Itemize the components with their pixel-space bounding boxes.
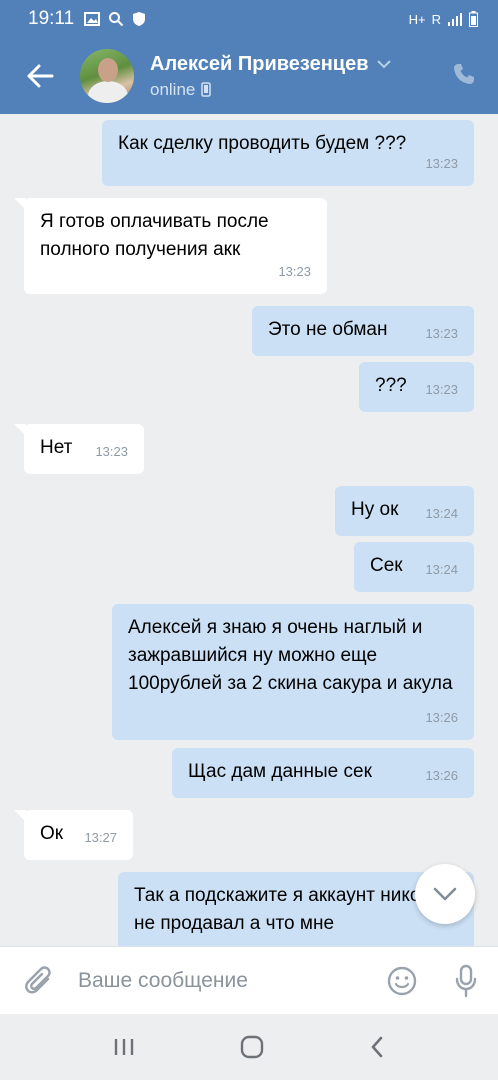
chevron-down-icon: [433, 887, 457, 901]
avatar[interactable]: [80, 49, 134, 103]
system-navigation-bar: [0, 1014, 498, 1080]
message-time: 13:23: [425, 382, 458, 397]
microphone-icon: [455, 964, 477, 997]
message-text: Щас дам данные сек: [188, 761, 372, 782]
contact-name: Алексей Привезенцев: [150, 52, 369, 75]
message-bubble-outgoing[interactable]: ??? 13:23: [359, 362, 474, 412]
back-nav-icon[interactable]: [369, 1035, 385, 1059]
chevron-down-icon: [376, 59, 391, 68]
message-text: Я готов оплачивать после полного получен…: [40, 211, 269, 260]
chat-header: Алексей Привезенцев online: [0, 38, 498, 114]
message-time: 13:26: [425, 710, 458, 725]
message-text: Ну ок: [351, 499, 399, 520]
phone-icon: [454, 63, 474, 84]
message-text: Это не обман: [268, 319, 388, 340]
status-system-icons: H+ R: [409, 11, 478, 27]
contact-status: online: [150, 79, 196, 99]
message-bubble-outgoing[interactable]: Алексей я знаю я очень наглый и зажравши…: [112, 604, 474, 740]
voice-message-button[interactable]: [434, 964, 498, 998]
message-bubble-incoming[interactable]: Ок 13:27: [14, 810, 133, 860]
message-bubble-outgoing[interactable]: Как сделку проводить будем ??? 13:23: [102, 120, 474, 186]
message-time: 13:27: [84, 830, 117, 845]
scroll-to-bottom-button[interactable]: [415, 864, 475, 924]
contact-name-row: Алексей Привезенцев: [150, 53, 391, 76]
message-time: 13:23: [425, 326, 458, 341]
message-text: Так а подскажите я аккаунт никогда не пр…: [134, 885, 449, 934]
message-composer: [0, 946, 498, 1014]
message-bubble-outgoing[interactable]: Это не обман 13:23: [252, 306, 474, 356]
message-text: Как сделку проводить будем ???: [118, 133, 407, 154]
message-bubble-outgoing[interactable]: Щас дам данные сек 13:26: [172, 748, 474, 798]
message-text: Нет: [40, 437, 73, 458]
message-text: Ок: [40, 823, 64, 844]
message-time: 13:24: [425, 506, 458, 521]
back-button[interactable]: [0, 38, 80, 114]
search-icon: [109, 12, 124, 27]
message-time: 13:23: [95, 444, 128, 459]
network-type-label: H+: [408, 11, 426, 27]
message-bubble-outgoing[interactable]: Ну ок 13:24: [335, 486, 474, 536]
contact-info[interactable]: Алексей Привезенцев online: [150, 53, 391, 100]
call-button[interactable]: [452, 62, 476, 91]
roaming-label: R: [431, 11, 441, 27]
message-time: 13:23: [425, 156, 458, 171]
message-input[interactable]: [78, 968, 370, 993]
gallery-icon: [84, 12, 101, 26]
arrow-left-icon: [27, 64, 54, 88]
message-time: 13:24: [425, 562, 458, 577]
signal-icon: [448, 13, 462, 26]
status-notification-icons: [84, 11, 146, 27]
home-icon[interactable]: [240, 1035, 264, 1059]
message-bubble-outgoing[interactable]: Сек 13:24: [354, 542, 474, 592]
message-bubble-incoming[interactable]: Нет 13:23: [14, 424, 144, 474]
emoji-button[interactable]: [370, 966, 434, 996]
recent-apps-icon[interactable]: [113, 1037, 135, 1057]
contact-status-row: online: [150, 80, 391, 100]
message-bubble-incoming[interactable]: Я готов оплачивать после полного получен…: [14, 198, 327, 294]
mobile-icon: [201, 82, 212, 97]
message-time: 13:26: [425, 768, 458, 783]
attach-button[interactable]: [0, 965, 78, 997]
status-time: 19:11: [28, 8, 75, 29]
smile-icon: [387, 966, 417, 995]
shield-icon: [133, 12, 146, 26]
message-list[interactable]: Как сделку проводить будем ??? 13:23 Я г…: [0, 114, 498, 946]
paperclip-icon: [25, 965, 51, 993]
message-text: Сек: [370, 555, 403, 576]
battery-icon: [469, 11, 478, 27]
message-text: ???: [375, 375, 407, 396]
status-bar: 19:11 H+ R: [0, 0, 498, 38]
message-time: 13:23: [278, 264, 311, 279]
message-text: Алексей я знаю я очень наглый и зажравши…: [128, 617, 453, 694]
